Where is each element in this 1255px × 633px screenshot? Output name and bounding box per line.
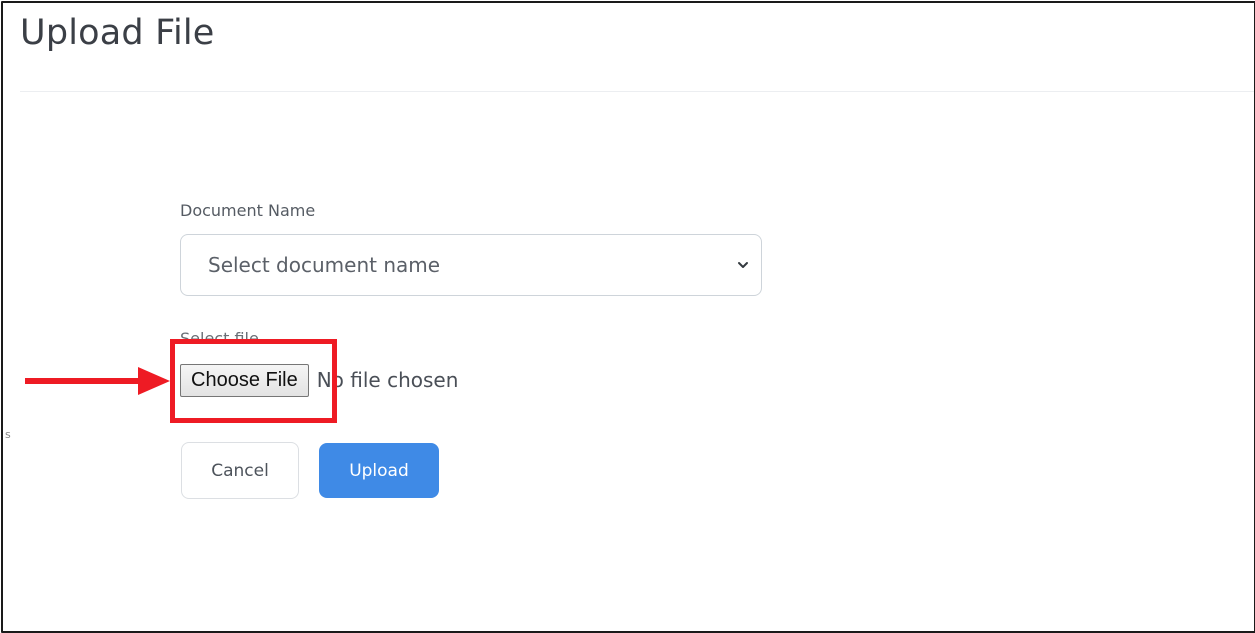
cancel-button[interactable]: Cancel [181,442,299,499]
document-name-label: Document Name [180,201,316,220]
arrow-right-icon [25,367,170,395]
document-name-select[interactable]: Select document name [180,234,762,296]
screenshot-frame: Upload File Document Name Select documen… [1,1,1255,633]
page-title: Upload File [20,13,215,53]
title-divider [20,91,1254,92]
file-status-text: No file chosen [316,368,459,392]
stray-mark: s [5,428,11,441]
upload-button[interactable]: Upload [319,443,439,498]
chevron-down-icon [738,262,748,268]
highlight-box [170,339,337,423]
document-name-select-value: Select document name [208,253,441,277]
